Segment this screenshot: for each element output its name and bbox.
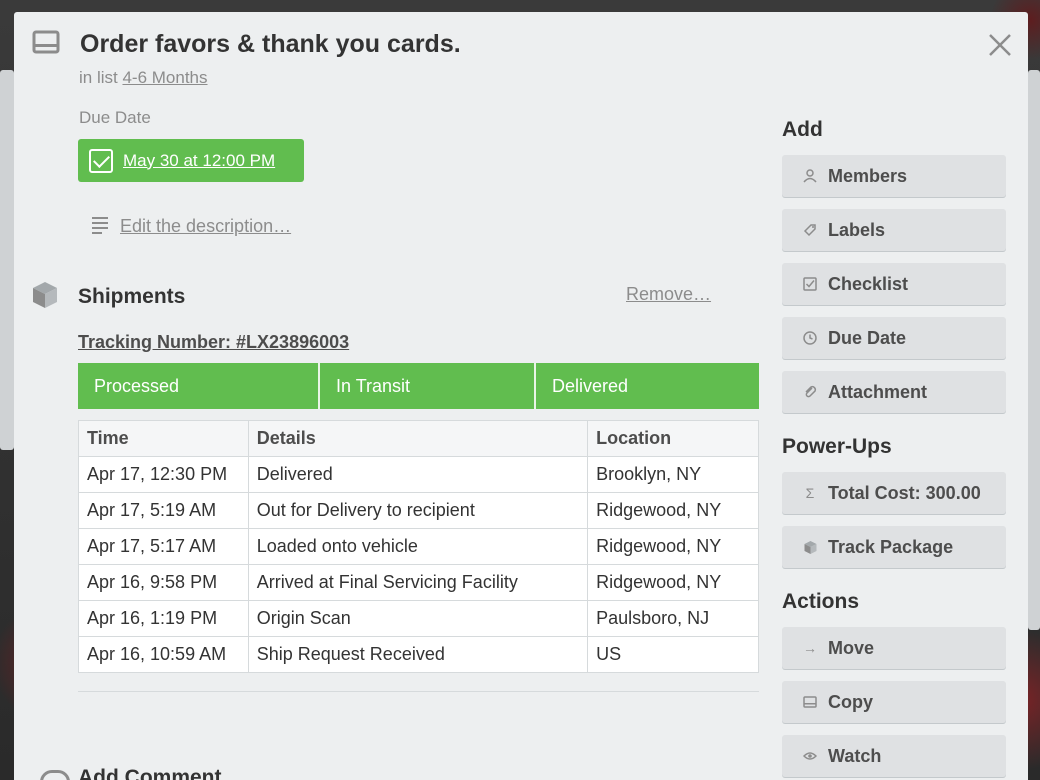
description-icon <box>92 217 108 234</box>
package-icon <box>802 539 818 555</box>
move-button[interactable]: → Move <box>782 627 1006 669</box>
remove-shipment-link[interactable]: Remove… <box>626 284 711 305</box>
due-date-badge[interactable]: May 30 at 12:00 PM <box>78 139 304 182</box>
total-cost-label: Total Cost: 300.00 <box>828 482 981 503</box>
tracking-number-link[interactable]: Tracking Number: #LX23896003 <box>78 332 349 353</box>
labels-button-label: Labels <box>828 219 886 240</box>
due-complete-checkbox[interactable] <box>89 148 113 173</box>
powerups-heading: Power-Ups <box>782 435 892 458</box>
due-date-value[interactable]: May 30 at 12:00 PM <box>123 151 275 171</box>
table-row: Apr 16, 9:58 PM Arrived at Final Servici… <box>78 564 759 601</box>
clock-icon <box>802 330 818 346</box>
table-row: Apr 17, 5:19 AM Out for Delivery to reci… <box>78 492 759 529</box>
checklist-button[interactable]: Checklist <box>782 263 1006 305</box>
checklist-button-label: Checklist <box>828 273 909 294</box>
actions-heading: Actions <box>782 590 860 613</box>
event-location: Ridgewood, NY <box>587 564 759 601</box>
labels-button[interactable]: Labels <box>782 209 1006 251</box>
card-detail-modal: Order favors & thank you cards. in list … <box>14 12 1028 780</box>
progress-step-delivered: Delivered <box>552 375 629 396</box>
event-time: Apr 17, 12:30 PM <box>78 456 249 493</box>
card-list-info: in list 4-6 Months <box>79 68 208 88</box>
event-time: Apr 16, 1:19 PM <box>78 600 249 637</box>
event-details: Out for Delivery to recipient <box>247 492 589 529</box>
card-title[interactable]: Order favors & thank you cards. <box>80 30 461 59</box>
board-list-edge-left <box>0 70 14 450</box>
due-date-label: Due Date <box>79 108 151 127</box>
event-time: Apr 16, 9:58 PM <box>78 564 249 601</box>
column-header-location: Location <box>587 420 759 457</box>
event-location: Ridgewood, NY <box>587 492 759 529</box>
track-package-label: Track Package <box>828 536 954 557</box>
event-details: Delivered <box>247 456 589 493</box>
section-divider <box>78 691 759 692</box>
event-time: Apr 17, 5:17 AM <box>78 528 249 565</box>
event-location: Ridgewood, NY <box>587 528 759 565</box>
event-details: Arrived at Final Servicing Facility <box>247 564 589 601</box>
table-row: Apr 16, 1:19 PM Origin Scan Paulsboro, N… <box>78 600 759 637</box>
add-heading: Add <box>782 118 823 141</box>
event-details: Origin Scan <box>247 600 589 637</box>
person-icon <box>802 168 818 184</box>
tracking-events-table: Time Details Location Apr 17, 12:30 PM D… <box>78 420 759 673</box>
event-location: US <box>587 636 759 673</box>
event-location: Paulsboro, NJ <box>587 600 759 637</box>
progress-step-in-transit: In Transit <box>320 363 536 409</box>
shipment-progress-bar: Processed In Transit Delivered <box>78 363 759 409</box>
watch-button[interactable]: Watch <box>782 735 1006 777</box>
add-comment-title: Add Comment <box>78 766 222 780</box>
progress-step-processed: Processed <box>78 363 320 409</box>
in-list-prefix: in list <box>79 68 118 87</box>
comment-icon <box>40 770 70 780</box>
track-package-button[interactable]: Track Package <box>782 526 1006 568</box>
list-name-link[interactable]: 4-6 Months <box>122 68 207 87</box>
paperclip-icon <box>802 384 818 400</box>
copy-button-label: Copy <box>828 691 873 712</box>
eye-icon <box>802 748 818 764</box>
column-header-time: Time <box>78 420 249 457</box>
move-button-label: Move <box>828 637 875 658</box>
sigma-icon: Σ <box>805 485 815 501</box>
watch-button-label: Watch <box>828 745 882 766</box>
close-icon[interactable] <box>985 30 1015 60</box>
table-header-row: Time Details Location <box>78 420 759 457</box>
attachment-button-label: Attachment <box>828 381 928 402</box>
table-row: Apr 17, 5:17 AM Loaded onto vehicle Ridg… <box>78 528 759 565</box>
card-icon <box>32 30 60 54</box>
card-icon <box>802 694 818 710</box>
arrow-right-icon: → <box>803 640 817 656</box>
attachment-button[interactable]: Attachment <box>782 371 1006 413</box>
checklist-icon <box>802 276 818 292</box>
copy-button[interactable]: Copy <box>782 681 1006 723</box>
members-button-label: Members <box>828 165 908 186</box>
event-details: Ship Request Received <box>247 636 589 673</box>
event-time: Apr 17, 5:19 AM <box>78 492 249 529</box>
event-time: Apr 16, 10:59 AM <box>78 636 249 673</box>
package-icon <box>33 282 57 308</box>
table-row: Apr 16, 10:59 AM Ship Request Received U… <box>78 636 759 673</box>
edit-description-link[interactable]: Edit the description… <box>120 216 291 237</box>
table-row: Apr 17, 12:30 PM Delivered Brooklyn, NY <box>78 456 759 493</box>
shipments-title: Shipments <box>78 285 186 308</box>
tag-icon <box>802 222 818 238</box>
total-cost-button[interactable]: Σ Total Cost: 300.00 <box>782 472 1006 514</box>
due-date-button-label: Due Date <box>828 327 907 348</box>
due-date-button[interactable]: Due Date <box>782 317 1006 359</box>
event-location: Brooklyn, NY <box>587 456 759 493</box>
event-details: Loaded onto vehicle <box>247 528 589 565</box>
members-button[interactable]: Members <box>782 155 1006 197</box>
board-list-edge-right <box>1028 70 1040 630</box>
column-header-details: Details <box>247 420 589 457</box>
